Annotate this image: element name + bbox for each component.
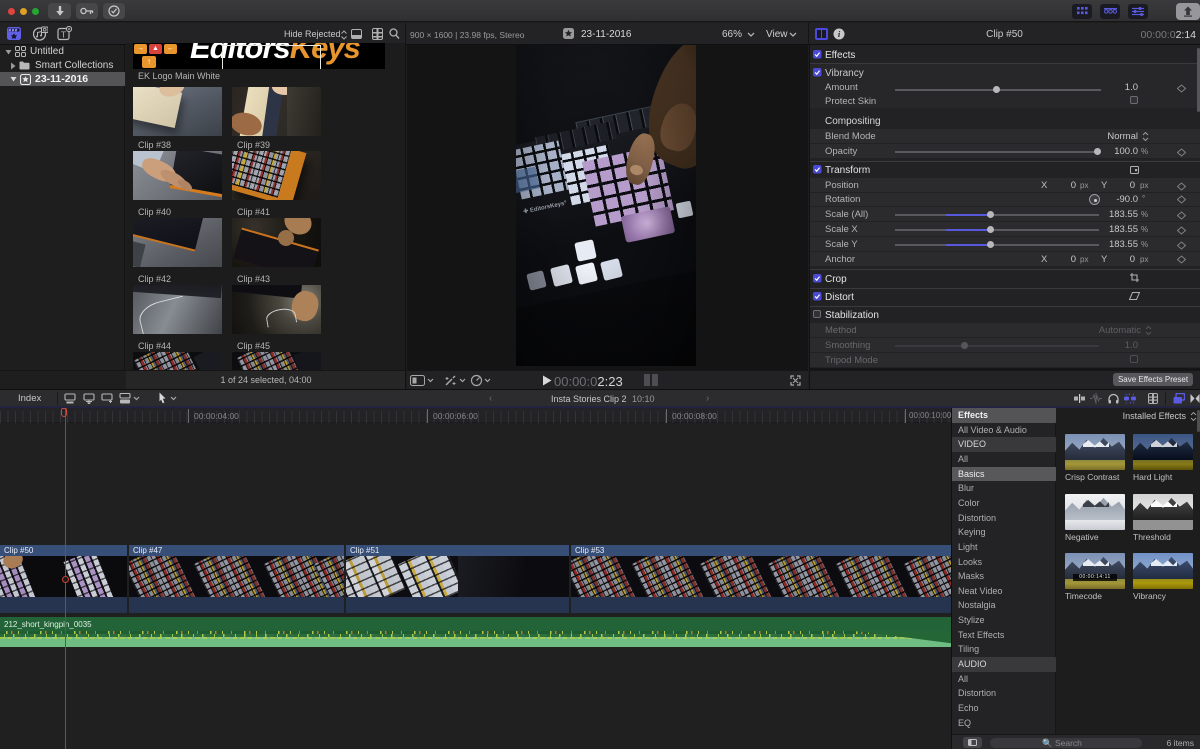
svg-text:T: T xyxy=(61,30,66,40)
